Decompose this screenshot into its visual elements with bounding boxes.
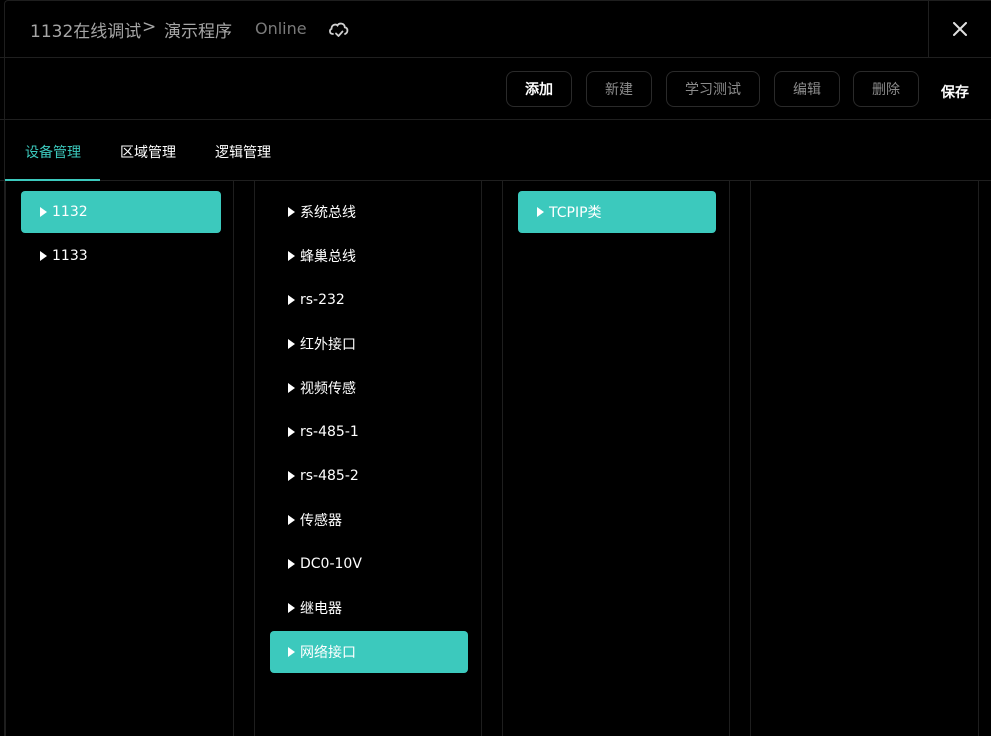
list-item-label: rs-232 <box>300 292 345 308</box>
interface-item[interactable]: 红外接口 <box>270 323 468 365</box>
device-item-1132[interactable]: 1132 <box>21 191 221 233</box>
interface-item[interactable]: DC0-10V <box>270 543 468 585</box>
caret-right-icon <box>537 207 544 217</box>
page-title: 1132在线调试 <box>30 22 142 42</box>
program-name: 演示程序 <box>164 22 232 42</box>
close-button[interactable] <box>928 0 991 58</box>
interface-item[interactable]: 蜂巢总线 <box>270 235 468 277</box>
interface-item-selected[interactable]: 网络接口 <box>270 631 468 673</box>
list-item-label: 蜂巢总线 <box>300 249 356 265</box>
add-button[interactable]: 添加 <box>506 71 572 107</box>
caret-right-icon <box>288 295 295 305</box>
list-item-label: 传感器 <box>300 513 342 529</box>
caret-right-icon <box>40 207 47 217</box>
close-icon <box>953 22 967 36</box>
status-badge: Online <box>255 19 307 38</box>
toolbar: 添加 新建 学习测试 编辑 删除 保存 <box>0 58 991 120</box>
caret-right-icon <box>288 207 295 217</box>
list-item-label: 红外接口 <box>300 337 356 353</box>
save-button[interactable]: 保存 <box>941 82 969 102</box>
caret-right-icon <box>288 427 295 437</box>
delete-button[interactable]: 删除 <box>853 71 919 107</box>
breadcrumb-separator: > <box>142 17 157 37</box>
caret-right-icon <box>288 603 295 613</box>
cloud-sync-icon[interactable] <box>327 19 351 41</box>
caret-right-icon <box>40 251 47 261</box>
list-item-label: rs-485-1 <box>300 424 359 440</box>
type-column: TCPIP类 <box>502 181 730 736</box>
header: 1132在线调试 > 演示程序 Online <box>0 0 991 58</box>
detail-column <box>750 181 979 736</box>
list-item-label: DC0-10V <box>300 556 362 572</box>
interface-item[interactable]: rs-485-2 <box>270 455 468 497</box>
interface-item[interactable]: 系统总线 <box>270 191 468 233</box>
interface-item[interactable]: rs-485-1 <box>270 411 468 453</box>
caret-right-icon <box>288 251 295 261</box>
list-item-label: 1132 <box>52 204 88 220</box>
caret-right-icon <box>288 339 295 349</box>
list-item-label: rs-485-2 <box>300 468 359 484</box>
list-item-label: TCPIP类 <box>549 205 602 221</box>
interface-item[interactable]: 视频传感 <box>270 367 468 409</box>
device-column: 1132 1133 <box>5 181 234 736</box>
new-button[interactable]: 新建 <box>586 71 652 107</box>
list-item-label: 系统总线 <box>300 205 356 221</box>
interface-column: 系统总线 蜂巢总线 rs-232 红外接口 视频传感 rs-485-1 rs-4… <box>254 181 482 736</box>
tab-area-management[interactable]: 区域管理 <box>120 142 176 162</box>
interface-item[interactable]: 传感器 <box>270 499 468 541</box>
edit-button[interactable]: 编辑 <box>774 71 840 107</box>
list-item-label: 1133 <box>52 248 88 264</box>
tab-bar: 设备管理 区域管理 逻辑管理 <box>0 120 991 181</box>
caret-right-icon <box>288 471 295 481</box>
caret-right-icon <box>288 559 295 569</box>
tab-device-management[interactable]: 设备管理 <box>25 142 81 162</box>
tab-logic-management[interactable]: 逻辑管理 <box>215 142 271 162</box>
learn-test-button[interactable]: 学习测试 <box>666 71 760 107</box>
caret-right-icon <box>288 383 295 393</box>
caret-right-icon <box>288 647 295 657</box>
interface-item[interactable]: rs-232 <box>270 279 468 321</box>
list-item-label: 视频传感 <box>300 381 356 397</box>
device-item-1133[interactable]: 1133 <box>21 235 221 277</box>
interface-item[interactable]: 继电器 <box>270 587 468 629</box>
caret-right-icon <box>288 515 295 525</box>
list-item-label: 继电器 <box>300 601 342 617</box>
list-item-label: 网络接口 <box>300 645 356 661</box>
type-item-tcpip[interactable]: TCPIP类 <box>518 191 716 233</box>
